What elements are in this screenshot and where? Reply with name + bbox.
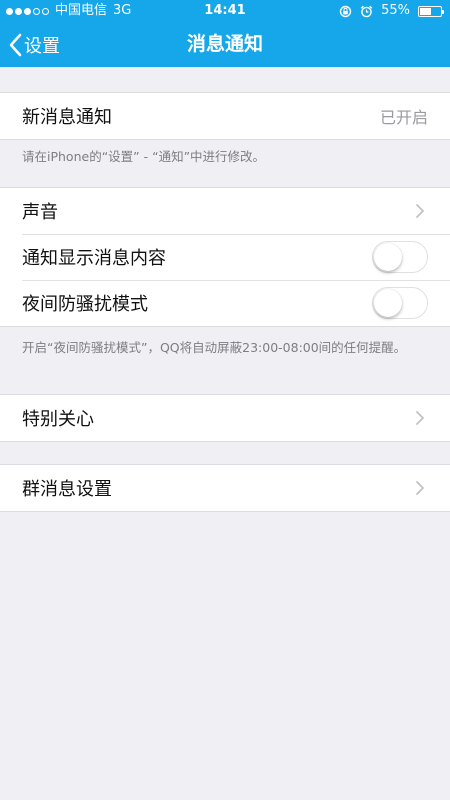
page-title: 消息通知 — [186, 33, 263, 55]
notification-options-group: 声音 通知显示消息内容 夜间防骚扰模式 — [0, 187, 450, 327]
new-message-note: 请在iPhone的“设置” - “通知”中进行修改。 — [22, 149, 266, 164]
dnd-note: 开启“夜间防骚扰模式”，QQ将自动屏蔽23:00-08:00间的任何提醒。 — [22, 340, 407, 355]
group-settings-cell[interactable]: 群消息设置 — [0, 465, 450, 511]
top-bar: 中国电信 3G 14:41 55% 设置 消息通知 — [0, 0, 450, 67]
status-right: 55% — [339, 0, 444, 22]
chevron-right-icon — [416, 411, 424, 425]
dnd-toggle[interactable] — [372, 287, 428, 319]
show-content-label: 通知显示消息内容 — [22, 248, 166, 269]
navigation-bar: 设置 消息通知 — [0, 22, 450, 67]
alarm-icon — [360, 5, 373, 17]
group-settings-group: 群消息设置 — [0, 464, 450, 512]
battery-percent: 55% — [381, 3, 410, 18]
special-care-group: 特别关心 — [0, 394, 450, 442]
sound-cell[interactable]: 声音 — [0, 188, 450, 234]
rotation-lock-icon — [339, 5, 352, 17]
show-content-toggle[interactable] — [372, 241, 428, 273]
dnd-label: 夜间防骚扰模式 — [22, 294, 148, 315]
sound-label: 声音 — [22, 202, 58, 223]
special-care-cell[interactable]: 特别关心 — [0, 395, 450, 441]
special-care-label: 特别关心 — [22, 409, 94, 430]
new-message-status: 已开启 — [379, 108, 428, 127]
toggle-knob — [374, 243, 402, 271]
dnd-cell: 夜间防骚扰模式 — [0, 280, 450, 326]
toggle-knob — [374, 289, 402, 317]
new-message-label: 新消息通知 — [22, 107, 112, 128]
chevron-right-icon — [416, 204, 424, 218]
new-message-group: 新消息通知 已开启 — [0, 92, 450, 140]
show-content-cell: 通知显示消息内容 — [0, 234, 450, 280]
new-message-cell[interactable]: 新消息通知 已开启 — [0, 93, 450, 139]
battery-icon — [418, 5, 444, 17]
status-bar: 中国电信 3G 14:41 55% — [0, 0, 450, 22]
battery-fill — [420, 7, 431, 15]
group-settings-label: 群消息设置 — [22, 479, 112, 500]
chevron-right-icon — [416, 481, 424, 495]
